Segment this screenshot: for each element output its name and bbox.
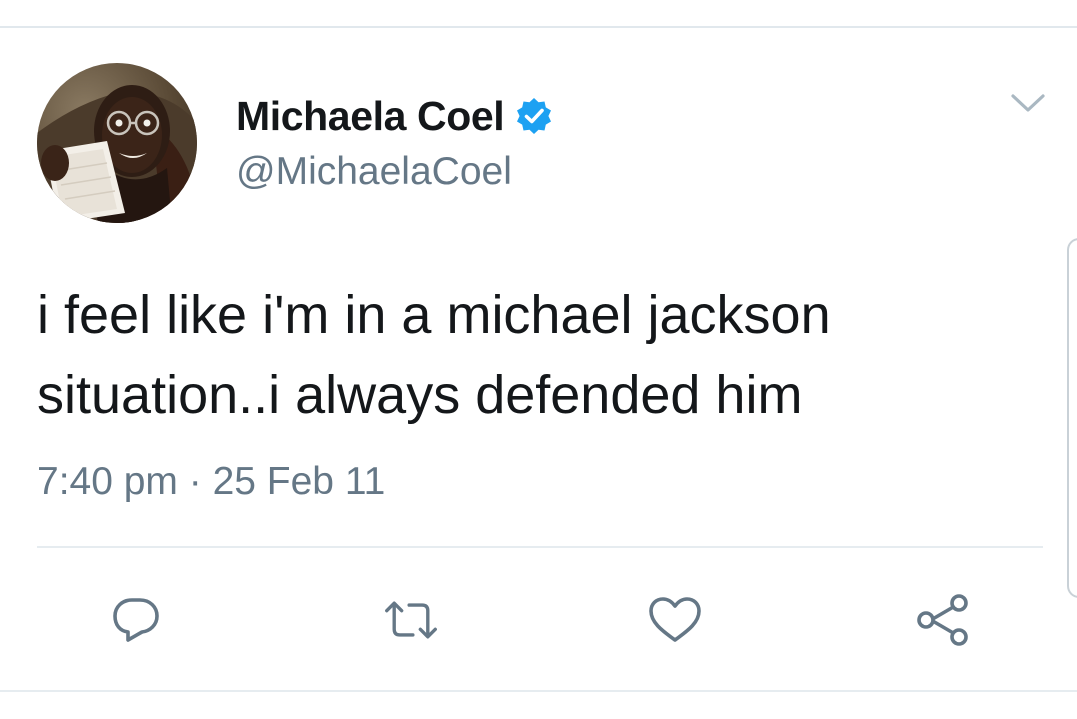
tweet-text: i feel like i'm in a michael jackson sit… [37, 275, 1037, 435]
tweet-text-line: i feel like i'm in a michael jackson [37, 285, 831, 345]
author-handle[interactable]: @MichaelaCoel [236, 150, 512, 194]
scroll-handle[interactable] [1067, 238, 1077, 598]
verified-badge-icon [517, 98, 552, 134]
author-block[interactable]: Michaela Coel [236, 92, 554, 140]
retweet-icon [385, 601, 437, 639]
retweet-button[interactable] [383, 592, 439, 648]
divider [37, 546, 1043, 548]
avatar[interactable] [37, 63, 197, 223]
chevron-down-icon[interactable] [1010, 92, 1046, 116]
reply-icon [113, 598, 159, 642]
share-icon [917, 594, 968, 646]
like-button[interactable] [647, 592, 703, 648]
reply-button[interactable] [108, 592, 164, 648]
top-border [0, 26, 1077, 28]
bottom-border [0, 690, 1077, 692]
tweet-timestamp[interactable]: 7:40 pm · 25 Feb 11 [37, 460, 385, 504]
share-button[interactable] [915, 592, 971, 648]
tweet-text-line: situation..i always defended him [37, 365, 803, 425]
avatar-photo [37, 63, 197, 223]
heart-icon [649, 597, 701, 642]
author-display-name[interactable]: Michaela Coel [236, 93, 505, 140]
